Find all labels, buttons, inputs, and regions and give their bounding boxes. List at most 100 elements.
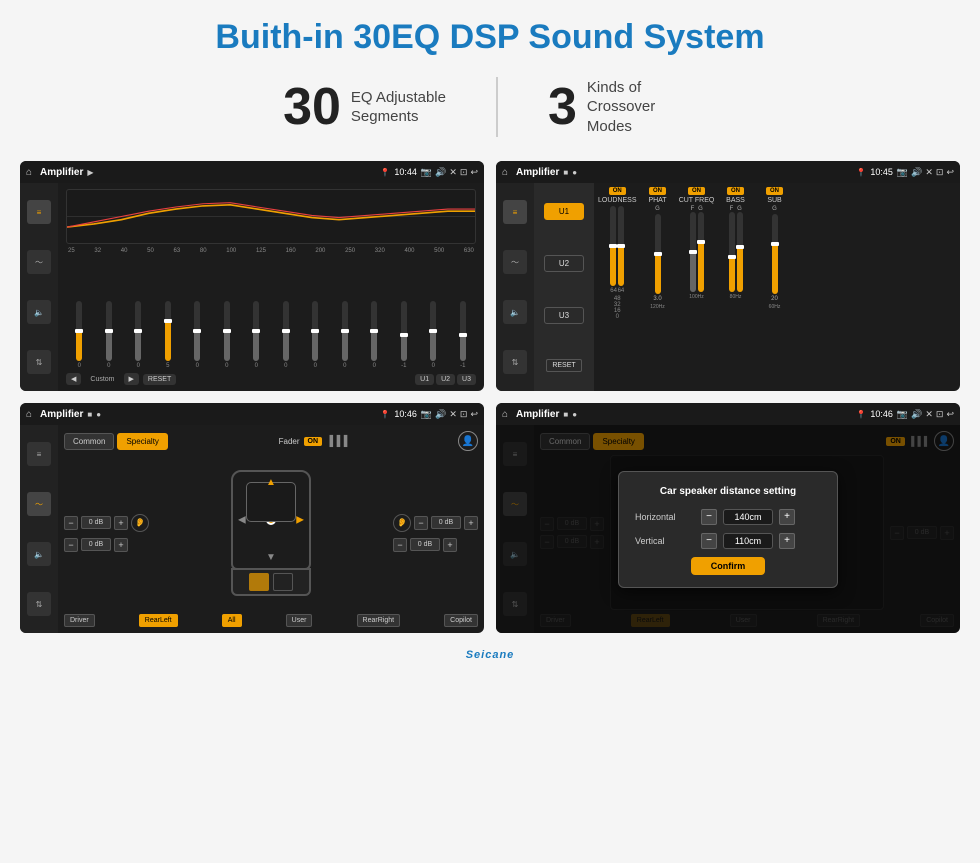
prev-btn[interactable]: ◀ xyxy=(66,373,81,385)
spk-icon-eq[interactable]: ≡ xyxy=(27,442,51,466)
u3-preset[interactable]: U3 xyxy=(544,307,584,324)
time-2: 10:45 xyxy=(870,167,893,177)
seat-indicator xyxy=(249,573,269,591)
bottom-labels-row: Driver RearLeft All User RearRight Copil… xyxy=(64,614,478,627)
page-title: Buith-in 30EQ DSP Sound System xyxy=(0,0,980,67)
db-plus-4[interactable]: + xyxy=(443,538,457,552)
db-val-3: 0 dB xyxy=(431,516,461,529)
spk-tabs: Common Specialty Fader ON ▐▐▐ 👤 xyxy=(64,431,478,451)
slider-11: 0 xyxy=(371,301,377,369)
eq-content: 253240 506380 100125160 200250320 400500… xyxy=(58,183,484,391)
distance-modal: Car speaker distance setting Horizontal … xyxy=(618,471,838,588)
u2-preset[interactable]: U2 xyxy=(544,255,584,272)
db-minus-4[interactable]: − xyxy=(393,538,407,552)
rearright-btn[interactable]: RearRight xyxy=(357,614,401,627)
play-btn[interactable]: ▶ xyxy=(124,373,139,385)
stat-eq: 30 EQ AdjustableSegments xyxy=(233,77,496,137)
eq-sliders: 0 0 0 5 0 0 0 0 0 0 0 -1 0 -1 xyxy=(66,258,476,369)
db-controls-right: 👂 − 0 dB + − 0 dB + xyxy=(393,455,478,610)
cross-loudness: ON LOUDNESS 6464 4832160 xyxy=(598,187,637,387)
avatar-icon: 👤 xyxy=(458,431,478,451)
stat-crossover: 3 Kinds ofCrossover Modes xyxy=(498,77,747,137)
db-row-3: 👂 − 0 dB + xyxy=(393,514,478,532)
cutfreq-label: CUT FREQ xyxy=(679,197,715,204)
horizontal-minus[interactable]: − xyxy=(701,509,717,525)
u1-btn[interactable]: U1 xyxy=(415,374,434,385)
common-tab[interactable]: Common xyxy=(64,433,114,450)
status-icons-2: 📷 🔊 ✕ ⊡ ↩ xyxy=(897,167,954,178)
vertical-minus[interactable]: − xyxy=(701,533,717,549)
cross-icon-eq[interactable]: ≡ xyxy=(503,200,527,224)
eq-icon-speaker[interactable]: 🔈 xyxy=(27,300,51,324)
status-bar-4: ⌂ Amplifier ■ ● 📍 10:46 📷 🔊 ✕ ⊡ ↩ xyxy=(496,403,960,425)
screenshots-grid: ⌂ Amplifier ▶ 📍 10:44 📷 🔊 ✕ ⊡ ↩ ≡ 〜 🔈 ⇅ xyxy=(0,153,980,649)
eq-preset-btns: U1 U2 U3 xyxy=(415,374,476,385)
down-arrow[interactable]: ▼ xyxy=(266,552,276,563)
home-icon-1[interactable]: ⌂ xyxy=(26,167,32,178)
db-plus-1[interactable]: + xyxy=(114,516,128,530)
on-badge-sub: ON xyxy=(766,187,783,195)
u2-btn[interactable]: U2 xyxy=(436,374,455,385)
up-arrow[interactable]: ▲ xyxy=(266,477,276,488)
loudness-label: LOUDNESS xyxy=(598,197,637,204)
db-plus-3[interactable]: + xyxy=(464,516,478,530)
horizontal-plus[interactable]: + xyxy=(779,509,795,525)
reset-btn-2[interactable]: RESET xyxy=(546,359,581,372)
db-controls-left: − 0 dB + 👂 − 0 dB + xyxy=(64,455,149,610)
vertical-plus[interactable]: + xyxy=(779,533,795,549)
db-val-2: 0 dB xyxy=(81,538,111,551)
all-btn[interactable]: All xyxy=(222,614,242,627)
confirm-button[interactable]: Confirm xyxy=(691,557,766,575)
db-minus-1[interactable]: − xyxy=(64,516,78,530)
eq-main: ≡ 〜 🔈 ⇅ 253240 506380 100125160 2 xyxy=(20,183,484,391)
right-arrow[interactable]: ▶ xyxy=(296,514,304,525)
user-btn[interactable]: User xyxy=(286,614,313,627)
home-icon-2[interactable]: ⌂ xyxy=(502,167,508,178)
db-row-2: − 0 dB + xyxy=(64,538,149,552)
cross-presets: U1 U2 U3 RESET xyxy=(534,183,594,391)
eq-icon-arrows[interactable]: ⇅ xyxy=(27,350,51,374)
screen-distance: ⌂ Amplifier ■ ● 📍 10:46 📷 🔊 ✕ ⊡ ↩ ≡ 〜 🔈 … xyxy=(496,403,960,633)
modal-title: Car speaker distance setting xyxy=(635,486,821,497)
screen-speaker: ⌂ Amplifier ■ ● 📍 10:46 📷 🔊 ✕ ⊡ ↩ ≡ 〜 🔈 … xyxy=(20,403,484,633)
location-icon-1: 📍 xyxy=(380,168,390,177)
app-title-2: Amplifier xyxy=(516,167,559,178)
rearleft-btn[interactable]: RearLeft xyxy=(139,614,178,627)
record-icon-3: ■ xyxy=(87,410,92,419)
fader-slider[interactable]: ▐▐▐ xyxy=(326,436,347,447)
driver-btn[interactable]: Driver xyxy=(64,614,95,627)
u3-btn[interactable]: U3 xyxy=(457,374,476,385)
cross-icon-spk[interactable]: 🔈 xyxy=(503,300,527,324)
specialty-tab[interactable]: Specialty xyxy=(117,433,167,450)
app-title-1: Amplifier xyxy=(40,167,83,178)
cross-phat: ON PHAT G 3.0 120Hz xyxy=(640,187,676,387)
cross-icon-arr[interactable]: ⇅ xyxy=(503,350,527,374)
record-icon-4: ■ xyxy=(563,410,568,419)
app-title-3: Amplifier xyxy=(40,409,83,420)
db-row-4: − 0 dB + xyxy=(393,538,478,552)
horizontal-row: Horizontal − 140cm + xyxy=(635,509,821,525)
db-plus-2[interactable]: + xyxy=(114,538,128,552)
eq-icon-equalizer[interactable]: ≡ xyxy=(27,200,51,224)
home-icon-4[interactable]: ⌂ xyxy=(502,409,508,420)
spk-icon-spk[interactable]: 🔈 xyxy=(27,542,51,566)
screen-crossover: ⌂ Amplifier ■ ● 📍 10:45 📷 🔊 ✕ ⊡ ↩ ≡ 〜 🔈 … xyxy=(496,161,960,391)
spk-icon-wave[interactable]: 〜 xyxy=(27,492,51,516)
reset-btn-1[interactable]: RESET xyxy=(143,374,176,385)
slider-9: 0 xyxy=(312,301,318,369)
db-minus-3[interactable]: − xyxy=(414,516,428,530)
copilot-btn[interactable]: Copilot xyxy=(444,614,478,627)
cross-icon-wave[interactable]: 〜 xyxy=(503,250,527,274)
home-icon-3[interactable]: ⌂ xyxy=(26,409,32,420)
u1-preset[interactable]: U1 xyxy=(544,203,584,220)
spk-icon-arr[interactable]: ⇅ xyxy=(27,592,51,616)
left-arrow[interactable]: ◀ xyxy=(238,514,246,525)
db-val-1: 0 dB xyxy=(81,516,111,529)
on-badge-bass: ON xyxy=(727,187,744,195)
fader-on[interactable]: ON xyxy=(304,437,323,446)
slider-14: -1 xyxy=(460,301,466,369)
spk-main: ≡ 〜 🔈 ⇅ Common Specialty Fader ON ▐▐▐ 👤 xyxy=(20,425,484,633)
db-row-1: − 0 dB + 👂 xyxy=(64,514,149,532)
db-minus-2[interactable]: − xyxy=(64,538,78,552)
eq-icon-waveform[interactable]: 〜 xyxy=(27,250,51,274)
